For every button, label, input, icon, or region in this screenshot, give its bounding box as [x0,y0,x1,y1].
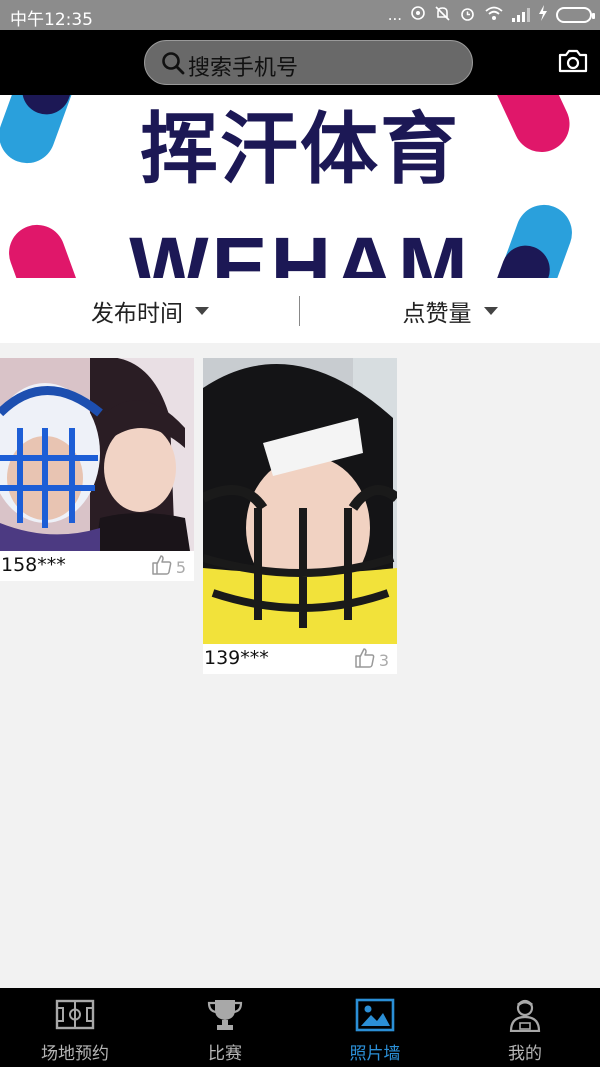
tab-matches-label: 比赛 [208,1044,242,1064]
status-time: 中午12:35 [10,10,93,30]
app-header: 搜索手机号 [0,30,600,95]
status-bar: 中午12:35 ... [0,0,600,30]
charging-icon [538,5,548,25]
profile-icon [505,998,545,1033]
mute-icon [434,5,451,26]
like-count: 3 [378,650,389,670]
banner-title-cn: 挥汗体育 [139,105,460,195]
sort-likes-label: 点赞量 [402,300,472,327]
tab-matches[interactable]: 比赛 [150,988,300,1067]
photo-owner-phone: 139*** [204,647,269,669]
like-count: 5 [175,557,186,577]
status-icons: ... [387,4,595,26]
photo-image[interactable] [203,358,397,644]
dropdown-arrow-icon [483,306,498,315]
thumbs-up-icon [354,647,376,673]
tab-photo-wall[interactable]: 照片墙 [300,988,450,1067]
battery-icon [556,7,595,23]
trophy-icon [205,998,245,1032]
sort-bar: 发布时间 点赞量 [0,278,600,343]
search-icon [161,51,185,79]
photo-footer: 139*** 3 [203,644,397,674]
signal-icon [512,8,530,22]
search-placeholder: 搜索手机号 [188,56,299,81]
alarm-icon [459,5,476,26]
promo-banner[interactable]: 挥汗体育 WEHAM [0,95,600,278]
sort-likes[interactable]: 点赞量 [300,278,600,343]
photo-owner-phone: 158*** [1,554,66,576]
thumbs-up-icon [151,554,173,580]
sort-publish-time-label: 发布时间 [91,300,183,327]
tab-profile-label: 我的 [508,1044,542,1064]
photo-icon [355,998,395,1032]
field-icon [55,998,95,1032]
tab-photo-wall-label: 照片墙 [349,1044,401,1064]
photo-card[interactable]: 139*** 3 [203,358,397,674]
photo-footer: 158*** 5 [0,551,194,581]
photo-image[interactable] [0,358,194,551]
camera-icon[interactable] [558,48,588,78]
tab-profile[interactable]: 我的 [450,988,600,1067]
like-button[interactable]: 5 [151,554,186,580]
photo-card[interactable]: 158*** 5 [0,358,194,581]
more-dots: ... [387,6,402,24]
tab-field-booking-label: 场地预约 [41,1044,109,1064]
wifi-icon [484,5,504,25]
search-input[interactable]: 搜索手机号 [144,40,473,85]
dropdown-arrow-icon [195,306,209,315]
bottom-nav: 场地预约 比赛 照片墙 我的 [0,988,600,1067]
like-button[interactable]: 3 [354,647,389,673]
sort-publish-time[interactable]: 发布时间 [0,278,300,343]
tab-field-booking[interactable]: 场地预约 [0,988,150,1067]
banner-title-en: WEHAM [129,220,471,278]
hotspot-icon [410,5,426,25]
